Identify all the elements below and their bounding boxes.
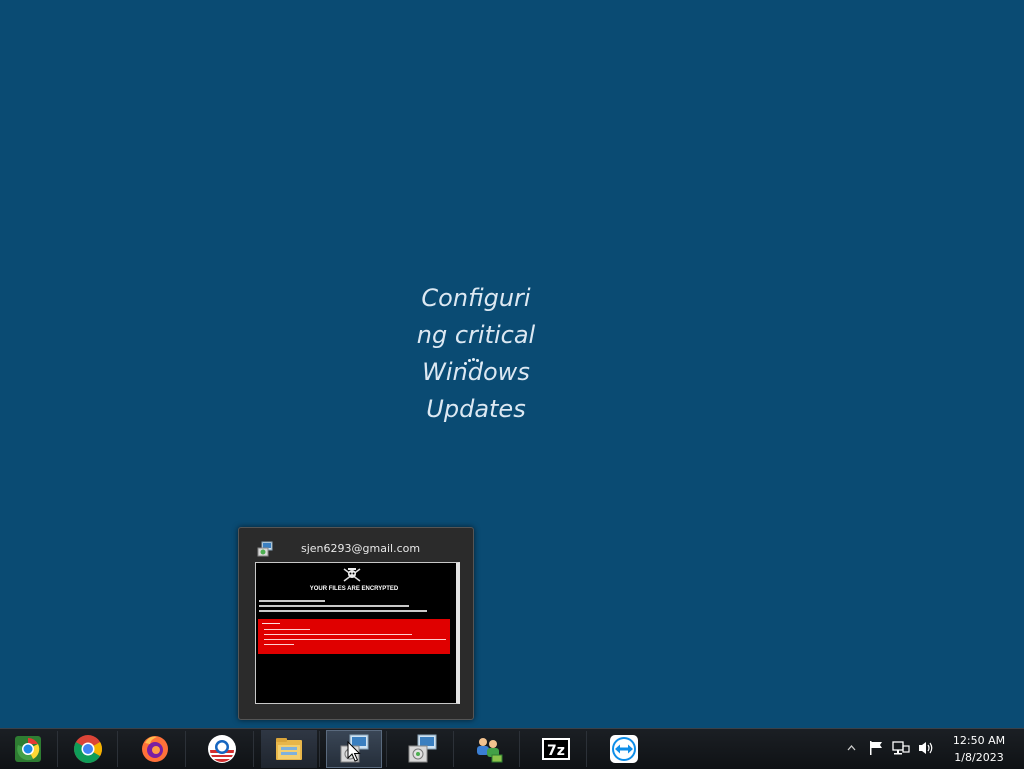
installer-icon — [257, 541, 273, 557]
volume-icon[interactable] — [917, 740, 935, 756]
network-icon[interactable] — [892, 740, 910, 756]
chromium-icon — [15, 736, 41, 762]
installer-icon-2 — [408, 734, 437, 763]
ransom-warning-box — [258, 619, 450, 654]
ransom-text-line — [259, 610, 427, 612]
firefox-icon — [142, 736, 168, 762]
firefox-taskbar-button[interactable] — [127, 730, 183, 768]
7zip-taskbar-button[interactable]: 7z — [528, 730, 584, 768]
mouse-cursor-icon — [347, 741, 361, 762]
file-explorer-icon — [276, 738, 302, 760]
network-users-taskbar-button[interactable] — [460, 730, 516, 768]
obama-logo-icon — [208, 735, 236, 763]
7zip-icon: 7z — [542, 738, 570, 760]
ransom-text-line — [259, 605, 409, 607]
clock-date: 1/8/2023 — [954, 751, 1004, 764]
start-button[interactable] — [0, 730, 56, 768]
ransom-note-thumbnail: YOUR FILES ARE ENCRYPTED — [255, 562, 460, 704]
preview-title: sjen6293@gmail.com — [301, 542, 421, 555]
ransom-heading: YOUR FILES ARE ENCRYPTED — [309, 586, 399, 592]
teamviewer-icon — [610, 735, 638, 763]
update-status-text: Configuring critical Windows Updates — [416, 284, 536, 423]
installer-taskbar-button-2[interactable] — [394, 730, 450, 768]
taskbar: 7z 12:50 AM 1/8/2023 — [0, 728, 1024, 769]
file-explorer-taskbar-button[interactable] — [261, 730, 317, 768]
taskbar-window-preview[interactable]: sjen6293@gmail.com YOUR FILES ARE ENCRYP… — [238, 527, 474, 720]
action-center-flag-icon[interactable] — [868, 740, 884, 756]
desktop: Configuring critical Windows Updates sje… — [0, 0, 1024, 728]
obama-logo-taskbar-button[interactable] — [194, 730, 250, 768]
system-clock[interactable]: 12:50 AM 1/8/2023 — [944, 732, 1014, 766]
preview-header: sjen6293@gmail.com — [239, 528, 473, 560]
show-hidden-icons-icon[interactable] — [847, 745, 856, 751]
7zip-label: 7z — [547, 743, 565, 759]
teamviewer-taskbar-button[interactable] — [596, 730, 652, 768]
chrome-icon — [74, 735, 102, 763]
skull-crossbones-icon — [343, 568, 361, 582]
chrome-taskbar-button[interactable] — [60, 730, 116, 768]
clock-time: 12:50 AM — [952, 734, 1006, 747]
network-users-icon — [477, 738, 503, 763]
loading-spinner-icon — [462, 357, 484, 369]
ransom-text-line — [259, 600, 325, 602]
